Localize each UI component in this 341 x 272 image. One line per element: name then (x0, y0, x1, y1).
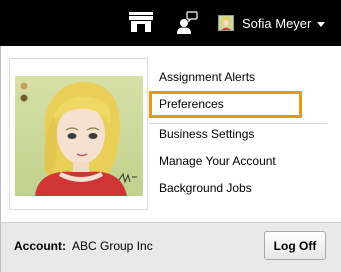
person-chat-icon[interactable] (176, 10, 198, 35)
profile-photo (15, 76, 143, 196)
menu-item-background-jobs[interactable]: Background Jobs (149, 175, 329, 202)
user-name: Sofia Meyer (242, 15, 312, 31)
account-name: ABC Group Inc (72, 239, 153, 253)
caret-down-icon (317, 21, 326, 27)
top-bar: Sofia Meyer (0, 0, 341, 46)
storefront-icon[interactable] (128, 11, 154, 33)
mini-avatar (218, 15, 234, 31)
menu-item-business-settings[interactable]: Business Settings (149, 121, 329, 148)
menu-item-preferences[interactable]: Preferences (149, 91, 302, 118)
menu-item-manage-account[interactable]: Manage Your Account (149, 148, 329, 175)
account-footer: Account: ABC Group Inc Log Off (1, 222, 341, 272)
profile-photo-frame (9, 58, 148, 210)
user-menu-list: Assignment Alerts Preferences Business S… (149, 64, 329, 202)
menu-divider (149, 123, 327, 124)
menu-item-assignment-alerts[interactable]: Assignment Alerts (149, 64, 329, 91)
log-off-button[interactable]: Log Off (264, 231, 326, 260)
user-dropdown-panel: Assignment Alerts Preferences Business S… (0, 46, 341, 272)
account-label: Account: (14, 239, 66, 253)
user-menu-toggle[interactable]: Sofia Meyer (218, 11, 326, 35)
